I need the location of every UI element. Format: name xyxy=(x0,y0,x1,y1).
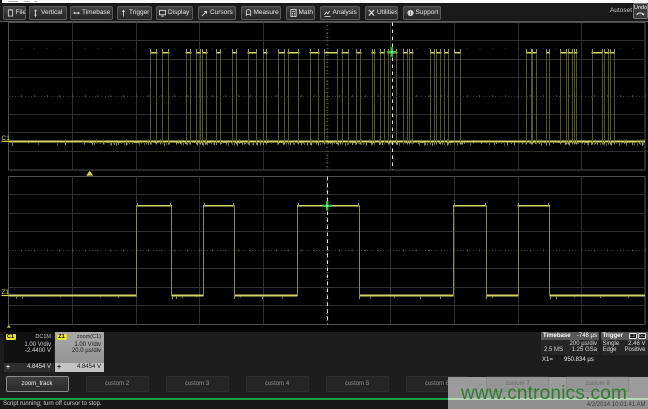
svg-text:i: i xyxy=(409,11,410,17)
